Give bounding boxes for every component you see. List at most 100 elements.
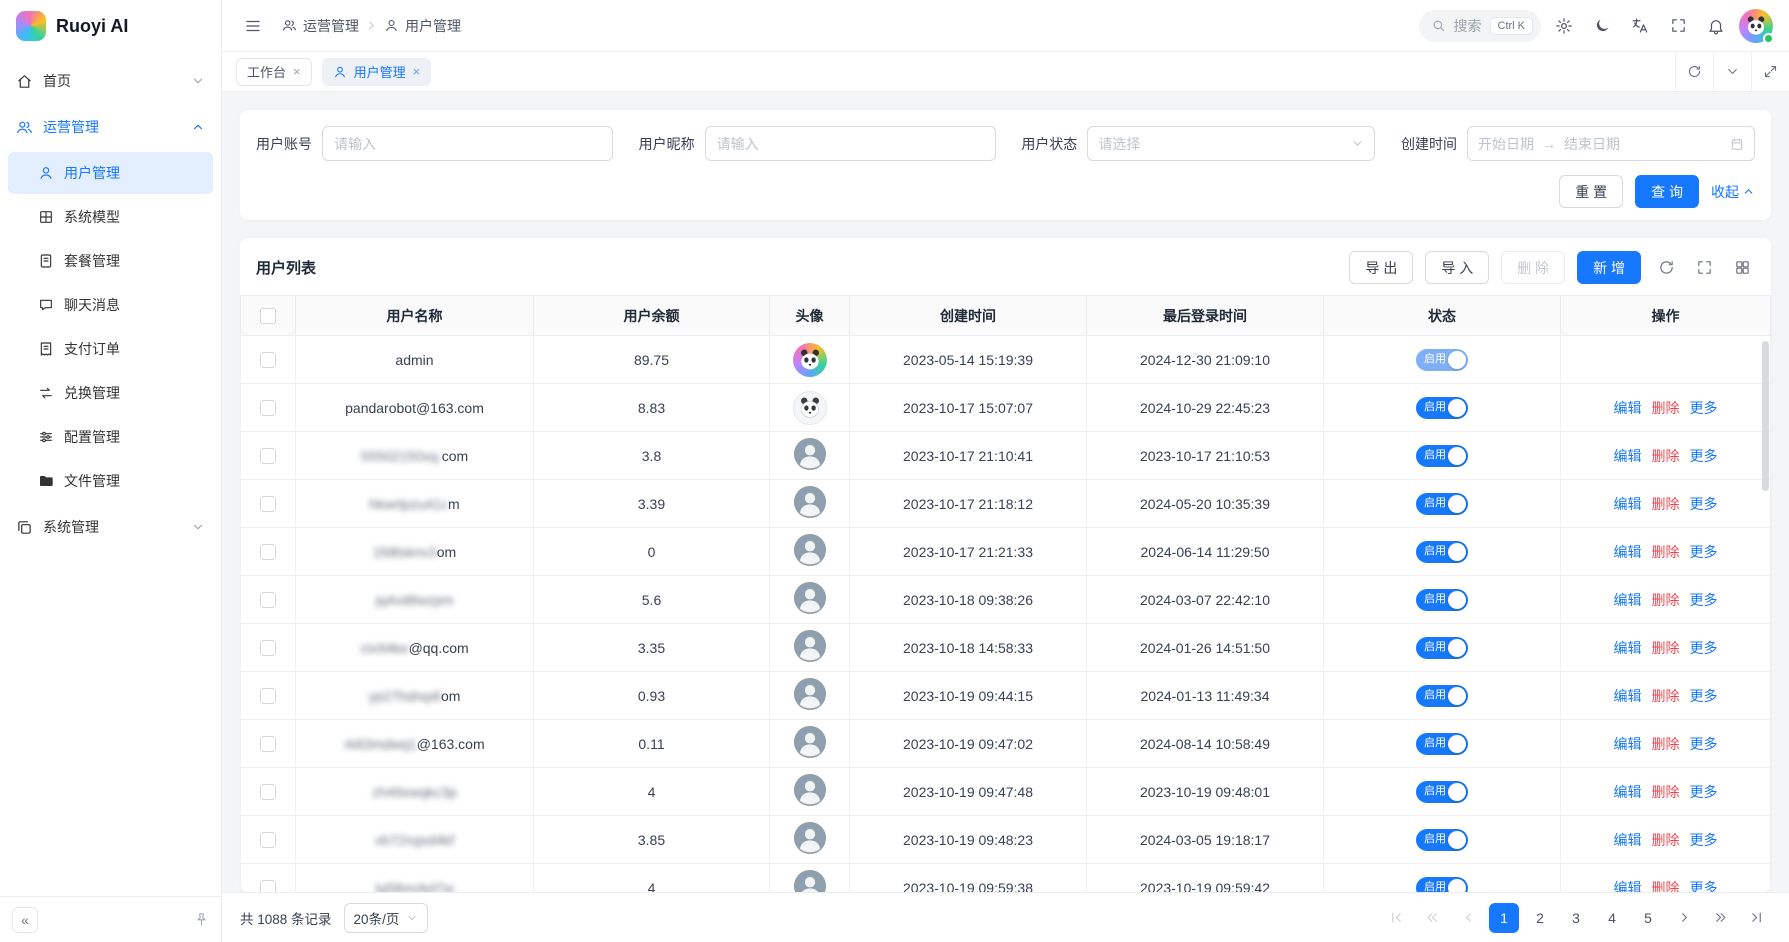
status-toggle[interactable]: 启用 <box>1416 445 1468 467</box>
page-button-2[interactable]: 2 <box>1525 903 1555 933</box>
import-button[interactable]: 导 入 <box>1425 251 1489 284</box>
breadcrumb-user-management[interactable]: 用户管理 <box>384 16 461 36</box>
edit-link[interactable]: 编辑 <box>1614 736 1642 752</box>
breadcrumb-operations[interactable]: 运营管理 <box>282 16 359 36</box>
edit-link[interactable]: 编辑 <box>1614 592 1642 608</box>
add-button[interactable]: 新 增 <box>1577 251 1641 284</box>
page-button-5[interactable]: 5 <box>1633 903 1663 933</box>
page-forward5-button[interactable] <box>1705 903 1735 933</box>
more-link[interactable]: 更多 <box>1690 448 1718 464</box>
page-next-button[interactable] <box>1669 903 1699 933</box>
edit-link[interactable]: 编辑 <box>1614 880 1642 893</box>
page-size-select[interactable]: 20条/页 <box>344 903 429 933</box>
tab-workbench[interactable]: 工作台 × <box>236 58 312 86</box>
sidebar-item-chat-messages[interactable]: 聊天消息 <box>8 284 213 326</box>
status-toggle[interactable]: 启用 <box>1416 733 1468 755</box>
sidebar-collapse-button[interactable]: « <box>12 907 38 933</box>
row-checkbox[interactable] <box>260 688 276 704</box>
tab-refresh-button[interactable] <box>1675 52 1713 91</box>
content-expand-button[interactable] <box>1751 52 1789 91</box>
edit-link[interactable]: 编辑 <box>1614 448 1642 464</box>
row-checkbox[interactable] <box>260 496 276 512</box>
delete-link[interactable]: 删除 <box>1652 496 1680 512</box>
page-back5-button[interactable] <box>1417 903 1447 933</box>
more-link[interactable]: 更多 <box>1690 832 1718 848</box>
global-search[interactable]: 搜索 Ctrl K <box>1419 10 1542 42</box>
table-fullscreen-button[interactable] <box>1691 255 1717 281</box>
sidebar-item-payment-orders[interactable]: 支付订单 <box>8 328 213 370</box>
page-prev-button[interactable] <box>1453 903 1483 933</box>
delete-link[interactable]: 删除 <box>1652 544 1680 560</box>
edit-link[interactable]: 编辑 <box>1614 640 1642 656</box>
status-toggle[interactable]: 启用 <box>1416 349 1468 371</box>
page-button-1[interactable]: 1 <box>1489 903 1519 933</box>
reset-button[interactable]: 重 置 <box>1559 175 1623 208</box>
pin-button[interactable] <box>194 912 209 927</box>
delete-link[interactable]: 删除 <box>1652 640 1680 656</box>
page-first-button[interactable] <box>1381 903 1411 933</box>
status-select[interactable]: 请选择 <box>1087 126 1375 161</box>
delete-link[interactable]: 删除 <box>1652 832 1680 848</box>
fullscreen-button[interactable] <box>1663 11 1693 41</box>
delete-button[interactable]: 删 除 <box>1501 251 1565 284</box>
status-toggle[interactable]: 启用 <box>1416 781 1468 803</box>
delete-link[interactable]: 删除 <box>1652 448 1680 464</box>
tab-menu-button[interactable] <box>1713 52 1751 91</box>
sidebar-item-system-management[interactable]: 系统管理 <box>0 504 221 550</box>
close-icon[interactable]: × <box>293 65 301 78</box>
edit-link[interactable]: 编辑 <box>1614 400 1642 416</box>
more-link[interactable]: 更多 <box>1690 784 1718 800</box>
nickname-input[interactable] <box>705 126 996 161</box>
account-input[interactable] <box>322 126 613 161</box>
menu-toggle-button[interactable] <box>238 11 268 41</box>
row-checkbox[interactable] <box>260 400 276 416</box>
more-link[interactable]: 更多 <box>1690 736 1718 752</box>
edit-link[interactable]: 编辑 <box>1614 784 1642 800</box>
brand[interactable]: Ruoyi AI <box>0 0 221 52</box>
delete-link[interactable]: 删除 <box>1652 880 1680 893</box>
more-link[interactable]: 更多 <box>1690 496 1718 512</box>
column-settings-button[interactable] <box>1729 255 1755 281</box>
more-link[interactable]: 更多 <box>1690 544 1718 560</box>
status-toggle[interactable]: 启用 <box>1416 637 1468 659</box>
row-checkbox[interactable] <box>260 544 276 560</box>
sidebar-item-operations[interactable]: 运营管理 <box>0 104 221 150</box>
settings-button[interactable] <box>1549 11 1579 41</box>
date-range-picker[interactable]: 开始日期 → 结束日期 <box>1467 126 1755 161</box>
more-link[interactable]: 更多 <box>1690 688 1718 704</box>
status-toggle[interactable]: 启用 <box>1416 589 1468 611</box>
sidebar-item-file-management[interactable]: 文件管理 <box>8 460 213 502</box>
sidebar-item-home[interactable]: 首页 <box>0 58 221 104</box>
status-toggle[interactable]: 启用 <box>1416 685 1468 707</box>
sidebar-item-exchange-management[interactable]: 兑换管理 <box>8 372 213 414</box>
more-link[interactable]: 更多 <box>1690 592 1718 608</box>
user-avatar-button[interactable] <box>1739 9 1773 43</box>
dark-mode-button[interactable] <box>1587 11 1617 41</box>
row-checkbox[interactable] <box>260 592 276 608</box>
more-link[interactable]: 更多 <box>1690 400 1718 416</box>
edit-link[interactable]: 编辑 <box>1614 544 1642 560</box>
close-icon[interactable]: × <box>413 65 421 78</box>
status-toggle[interactable]: 启用 <box>1416 397 1468 419</box>
delete-link[interactable]: 删除 <box>1652 688 1680 704</box>
tab-user-management[interactable]: 用户管理 × <box>322 58 432 86</box>
status-toggle[interactable]: 启用 <box>1416 829 1468 851</box>
select-all-checkbox[interactable] <box>260 308 276 324</box>
delete-link[interactable]: 删除 <box>1652 400 1680 416</box>
page-button-3[interactable]: 3 <box>1561 903 1591 933</box>
row-checkbox[interactable] <box>260 784 276 800</box>
table-scrollbar[interactable] <box>1762 341 1769 491</box>
page-button-4[interactable]: 4 <box>1597 903 1627 933</box>
row-checkbox[interactable] <box>260 352 276 368</box>
sidebar-item-package-management[interactable]: 套餐管理 <box>8 240 213 282</box>
sidebar-item-system-models[interactable]: 系统模型 <box>8 196 213 238</box>
row-checkbox[interactable] <box>260 448 276 464</box>
row-checkbox[interactable] <box>260 640 276 656</box>
edit-link[interactable]: 编辑 <box>1614 832 1642 848</box>
more-link[interactable]: 更多 <box>1690 880 1718 893</box>
page-last-button[interactable] <box>1741 903 1771 933</box>
status-toggle[interactable]: 启用 <box>1416 493 1468 515</box>
sidebar-item-config-management[interactable]: 配置管理 <box>8 416 213 458</box>
row-checkbox[interactable] <box>260 832 276 848</box>
more-link[interactable]: 更多 <box>1690 640 1718 656</box>
